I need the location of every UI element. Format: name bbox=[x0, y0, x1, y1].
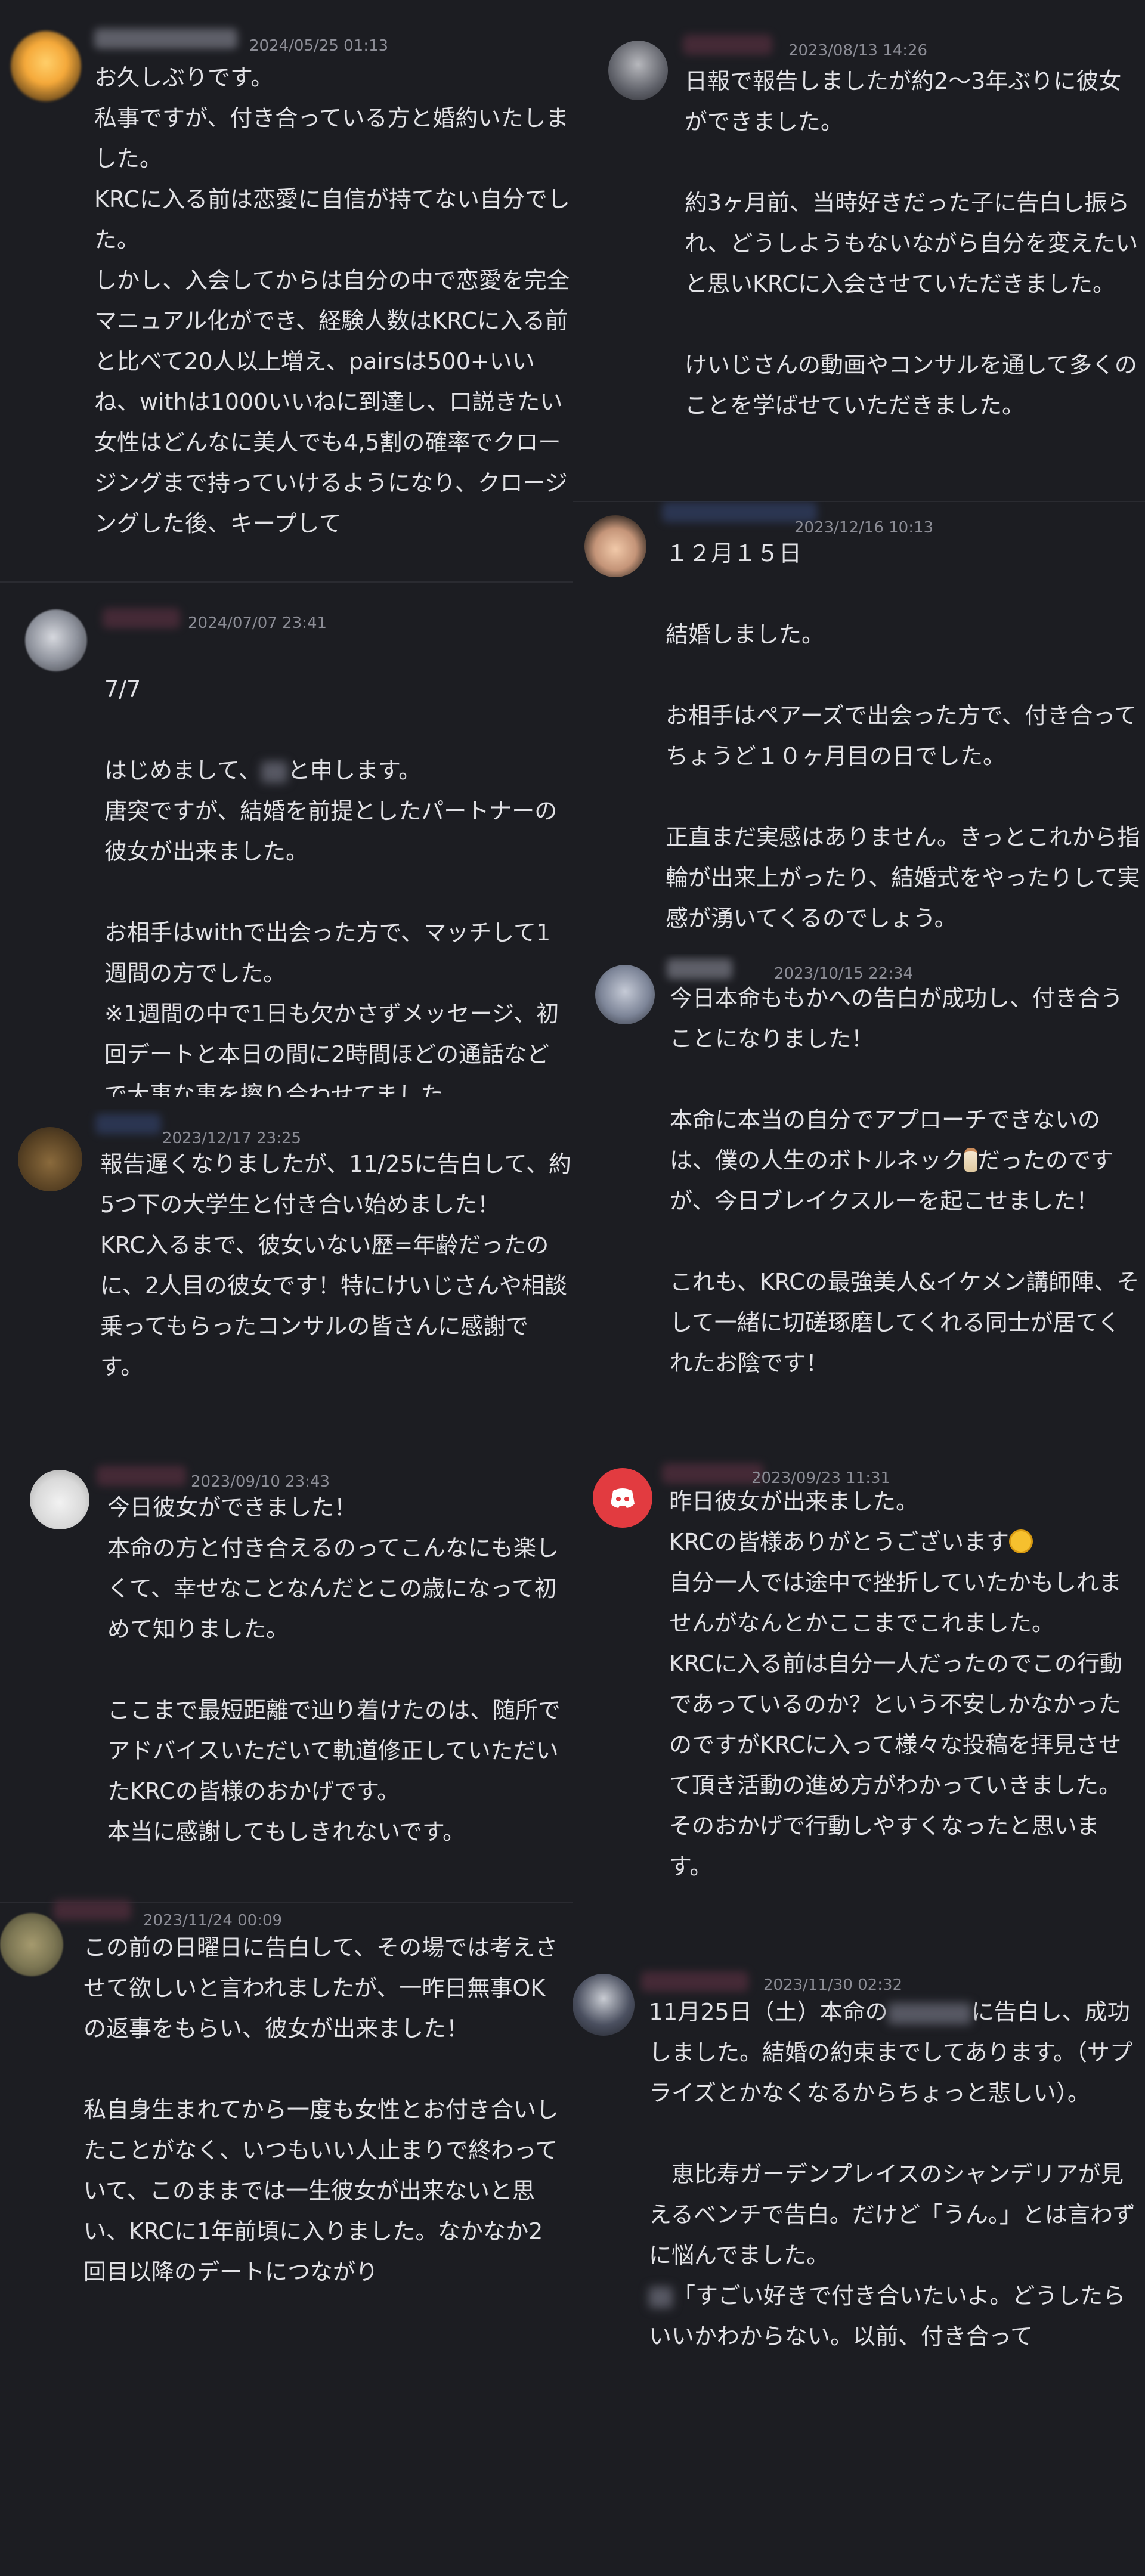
message-item: 2023/09/23 11:31 昨日彼女が出来ました。 KRCの皆様ありがとう… bbox=[572, 1455, 1145, 1932]
right-message-column: 2023/08/13 14:26 日報で報告しましたが約2〜3年ぶりに彼女ができ… bbox=[572, 0, 1145, 2576]
user-avatar[interactable] bbox=[18, 1127, 82, 1191]
user-avatar[interactable] bbox=[25, 609, 87, 671]
username-redacted[interactable] bbox=[97, 1466, 186, 1486]
user-avatar[interactable] bbox=[0, 1913, 63, 1976]
message-text: １２月１５日 結婚しました。 お相手はペアーズで出会った方で、付き合ってちょうど… bbox=[666, 540, 1140, 930]
user-avatar[interactable] bbox=[11, 31, 81, 101]
user-avatar[interactable] bbox=[30, 1470, 89, 1530]
message-text: この前の日曜日に告白して、その場では考えさせて欲しいと言われましたが、一昨日無事… bbox=[83, 1934, 559, 2285]
message-text: お久しぶりです。 私事ですが、付き合っている方と婚約いたしました。 KRCに入る… bbox=[94, 64, 570, 537]
username-redacted[interactable] bbox=[662, 502, 817, 522]
user-avatar[interactable] bbox=[572, 1974, 635, 2036]
username-redacted[interactable] bbox=[95, 1114, 161, 1134]
message-item: 2023/11/30 02:32 11月25日（土）本命の に告白し、成功しました… bbox=[572, 1962, 1145, 2415]
discord-logo-icon bbox=[611, 1488, 635, 1508]
username-redacted[interactable] bbox=[54, 1900, 131, 1920]
message-last-line: 「すごい好きで付き合いたいよ。どうしたらいいかわからない。以前、付き合って bbox=[649, 2283, 1126, 2349]
message-item: 2023/12/16 10:13 １２月１５日 結婚しました。 お相手はペアーズ… bbox=[572, 501, 1145, 930]
message-text: 昨日彼女が出来ました。 KRCの皆様ありがとうございます 自分一人では途中で挫折… bbox=[669, 1481, 1140, 1887]
message-first-line: 11月25日（土）本命の bbox=[649, 1999, 888, 2025]
message-text: 今日本命ももかへの告白が成功し、付き合うことになりました！ 本命に本当の自分でア… bbox=[670, 978, 1141, 1383]
message-body-tail: だったのですが、今日ブレイクスルーを起こせました！ これも、KRCの最強美人&イ… bbox=[670, 1147, 1140, 1376]
username-redacted[interactable] bbox=[683, 35, 772, 55]
user-avatar[interactable] bbox=[608, 41, 668, 100]
redacted-name bbox=[887, 2002, 971, 2024]
user-avatar[interactable] bbox=[584, 515, 646, 577]
message-text: 今日彼女ができました！ 本命の方と付き合えるのってこんなにも楽しくて、幸せなこと… bbox=[107, 1494, 561, 1845]
message-item: 2023/08/13 14:26 日報で報告しましたが約2〜3年ぶりに彼女ができ… bbox=[572, 24, 1145, 477]
thanks-line: KRCの皆様ありがとうございます bbox=[669, 1529, 1009, 1555]
greeting-text: はじめまして、 bbox=[104, 757, 261, 784]
message-item: 2024/05/25 01:13 お久しぶりです。 私事ですが、付き合っている方… bbox=[0, 18, 572, 578]
message-text: 報告遅くなりましたが、11/25に告白して、約5つ下の大学生と付き合い始めました… bbox=[100, 1151, 571, 1380]
message-body: 今日本命ももかへの告白が成功し、付き合うことになりました！ 本命に本当の自分でア… bbox=[670, 985, 1124, 1174]
baby-bottle-emoji-icon bbox=[964, 1148, 978, 1172]
username-redacted[interactable] bbox=[641, 1971, 748, 1992]
message-item: 2023/09/10 23:43 今日彼女ができました！ 本命の方と付き合えるの… bbox=[0, 1455, 572, 1866]
message-text: 7/7 はじめまして、 と申します。 唐突ですが、結婚を前提としたパートナーの彼女… bbox=[104, 628, 570, 1097]
username-redacted[interactable] bbox=[103, 608, 180, 628]
greeting-text-tail: と申します。 bbox=[287, 757, 422, 784]
message-body: 自分一人では途中で挫折していたかもしれませんがなんとかここまでこれました。 KR… bbox=[669, 1569, 1122, 1880]
message-divider bbox=[0, 581, 572, 583]
username-redacted[interactable] bbox=[94, 29, 237, 49]
bowing-face-emoji-icon bbox=[1008, 1530, 1033, 1553]
left-message-column: 2024/05/25 01:13 お久しぶりです。 私事ですが、付き合っている方… bbox=[0, 0, 572, 2576]
message-item: 2023/11/24 00:09 この前の日曜日に告白して、その場では考えさせて… bbox=[0, 1890, 572, 2361]
message-text: 日報で報告しましたが約2〜3年ぶりに彼女ができました。 約3ヶ月前、当時好きだっ… bbox=[685, 68, 1138, 419]
message-timestamp: 2023/08/13 14:26 bbox=[788, 42, 928, 60]
user-avatar[interactable] bbox=[595, 965, 655, 1024]
user-avatar[interactable] bbox=[593, 1468, 652, 1528]
message-text: 11月25日（土）本命の に告白し、成功しました。結婚の約束までしてあります。（サ… bbox=[649, 1992, 1138, 2357]
message-body: 恵比寿ガーデンプレイスのシャンデリアが見えるベンチで告白。だけど「うん。」とは言… bbox=[649, 2161, 1135, 2268]
message-timestamp: 2024/05/25 01:13 bbox=[249, 37, 389, 55]
redacted-name bbox=[261, 761, 287, 783]
message-body: 唐突ですが、結婚を前提としたパートナーの彼女が出来ました。 お相手はwithで出… bbox=[104, 798, 559, 1097]
message-first-line: 昨日彼女が出来ました。 bbox=[669, 1488, 919, 1515]
message-item: 2024/07/07 23:41 7/7 はじめまして、 と申します。 唐突ですが… bbox=[0, 596, 572, 1097]
message-item: 2023/12/17 23:25 報告遅くなりましたが、11/25に告白して、約… bbox=[0, 1109, 572, 1419]
username-redacted[interactable] bbox=[662, 1463, 763, 1484]
message-date-line: 7/7 bbox=[104, 676, 141, 702]
username-redacted[interactable] bbox=[667, 959, 732, 979]
redacted-name bbox=[649, 2286, 673, 2308]
message-item: 2023/10/15 22:34 今日本命ももかへの告白が成功し、付き合うことに… bbox=[572, 954, 1145, 1407]
